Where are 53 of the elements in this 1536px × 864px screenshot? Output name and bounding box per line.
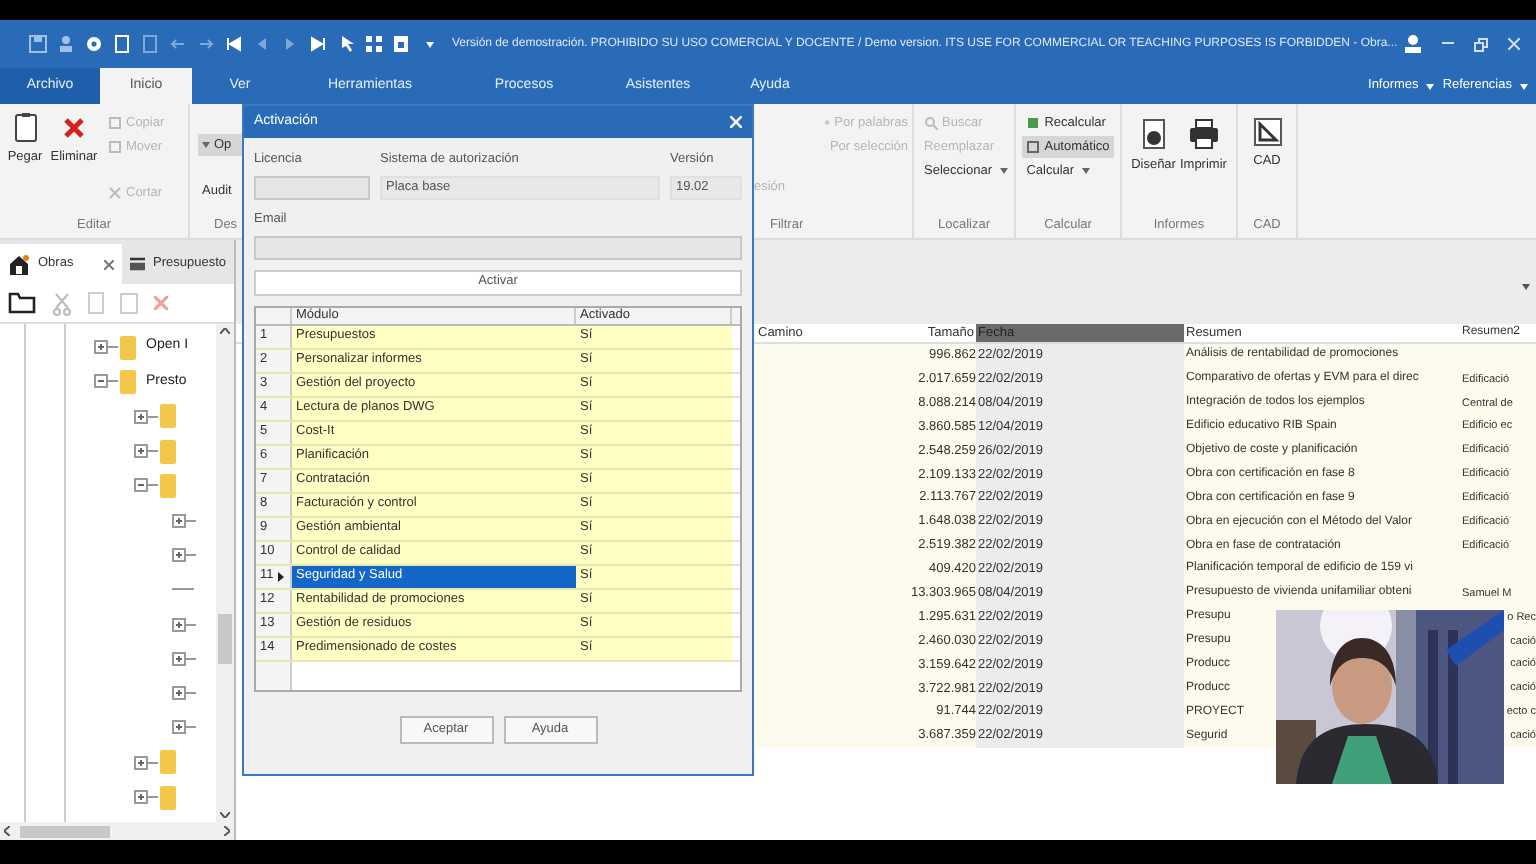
save-icon[interactable] [28,34,48,54]
caret-icon[interactable] [1522,284,1530,290]
recalculate-icon [1026,116,1041,130]
set-square-icon [1253,118,1281,146]
tree-expander[interactable] [134,478,148,493]
up-caret-icon[interactable] [220,328,230,334]
scrollbar[interactable] [0,822,234,840]
clipboard-icon [13,112,37,142]
right-caret-icon[interactable] [224,826,230,836]
tree-expander[interactable] [134,790,148,804]
scissors-icon [108,186,122,200]
search-icon [924,116,939,130]
user-icon[interactable] [1404,34,1422,54]
last-icon[interactable] [308,34,328,54]
tree-expander[interactable] [94,374,108,389]
tree-expander[interactable] [134,444,148,459]
tree-expander[interactable] [134,755,148,770]
tree-expander[interactable] [94,340,108,355]
caret-icon [999,168,1008,174]
folder-icon[interactable] [8,292,36,314]
tree-expander[interactable] [172,547,186,562]
tree-expander[interactable] [172,651,186,666]
tree-expander[interactable] [172,686,186,701]
tree-connector [172,586,194,593]
minimize-icon[interactable] [1442,42,1454,46]
document-icon[interactable] [392,34,412,54]
pointer-icon[interactable] [336,34,356,54]
user-icon[interactable] [56,34,76,54]
printer-icon [1187,118,1220,150]
scroll-thumb[interactable] [20,825,110,837]
restore-icon[interactable] [1474,37,1488,51]
delete-icon [64,118,84,138]
tree-expander[interactable] [172,617,186,632]
tree-expander[interactable] [172,720,186,735]
tree-expander[interactable] [172,513,186,528]
caret-icon [1082,168,1091,174]
down-caret-icon[interactable] [220,812,230,818]
caret-icon [202,142,210,148]
caret-icon [1520,83,1528,89]
left-caret-icon[interactable] [4,826,10,836]
house-icon [8,253,30,275]
close-icon[interactable] [104,259,114,269]
scrollbar[interactable] [216,324,234,822]
tree-expander[interactable] [134,409,148,424]
gear-icon[interactable] [84,34,104,54]
caret-icon [1426,83,1435,89]
budget-icon [130,254,145,274]
license-field[interactable] [254,175,370,200]
scroll-thumb[interactable] [218,614,232,664]
page-icon [1026,140,1041,154]
email-field[interactable] [254,235,742,259]
grid-icon[interactable] [364,34,384,54]
first-icon[interactable] [224,34,244,54]
